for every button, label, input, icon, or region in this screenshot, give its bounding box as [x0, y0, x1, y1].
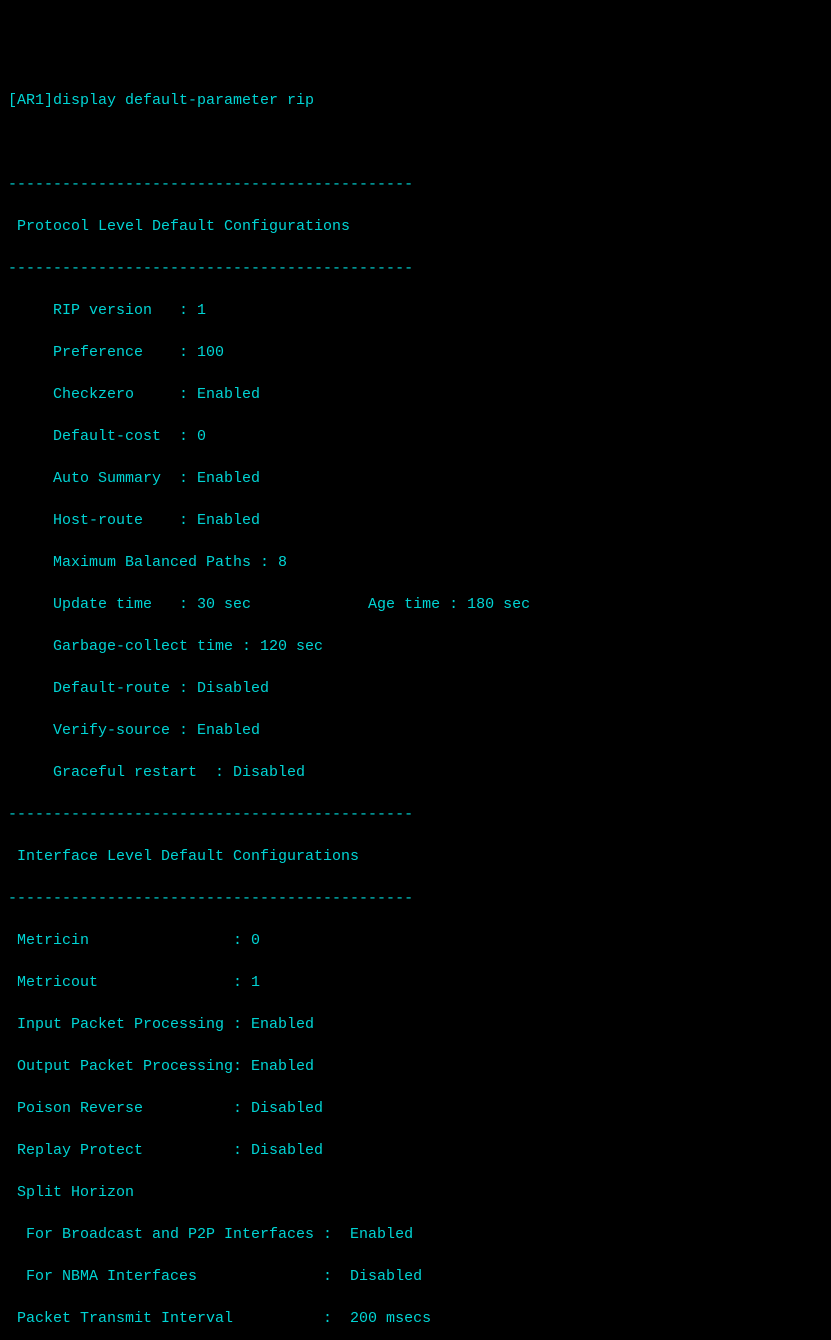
param-split-horizon-broadcast: For Broadcast and P2P Interfaces : Enabl… — [8, 1224, 823, 1245]
param-garbage-collect: Garbage-collect time : 120 sec — [8, 636, 823, 657]
param-graceful-restart: Graceful restart : Disabled — [8, 762, 823, 783]
param-max-balanced-paths: Maximum Balanced Paths : 8 — [8, 552, 823, 573]
param-update-age-time: Update time : 30 sec Age time : 180 sec — [8, 594, 823, 615]
prompt: [AR1] — [8, 92, 53, 109]
param-metricin: Metricin : 0 — [8, 930, 823, 951]
command: display default-parameter rip — [53, 92, 314, 109]
param-poison-reverse: Poison Reverse : Disabled — [8, 1098, 823, 1119]
param-rip-version: RIP version : 1 — [8, 300, 823, 321]
param-checkzero: Checkzero : Enabled — [8, 384, 823, 405]
section-header-protocol: Protocol Level Default Configurations — [8, 216, 823, 237]
param-default-route: Default-route : Disabled — [8, 678, 823, 699]
param-input-packet-processing: Input Packet Processing : Enabled — [8, 1014, 823, 1035]
divider: ----------------------------------------… — [8, 888, 823, 909]
param-auto-summary: Auto Summary : Enabled — [8, 468, 823, 489]
param-default-cost: Default-cost : 0 — [8, 426, 823, 447]
param-packet-transmit-interval: Packet Transmit Interval : 200 msecs — [8, 1308, 823, 1329]
divider: ----------------------------------------… — [8, 258, 823, 279]
command-line[interactable]: [AR1]display default-parameter rip — [8, 90, 823, 111]
param-metricout: Metricout : 1 — [8, 972, 823, 993]
divider: ----------------------------------------… — [8, 804, 823, 825]
divider: ----------------------------------------… — [8, 174, 823, 195]
param-preference: Preference : 100 — [8, 342, 823, 363]
param-output-packet-processing: Output Packet Processing: Enabled — [8, 1056, 823, 1077]
blank-line — [8, 132, 823, 153]
section-header-interface: Interface Level Default Configurations — [8, 846, 823, 867]
param-split-horizon: Split Horizon — [8, 1182, 823, 1203]
param-verify-source: Verify-source : Enabled — [8, 720, 823, 741]
param-host-route: Host-route : Enabled — [8, 510, 823, 531]
param-split-horizon-nbma: For NBMA Interfaces : Disabled — [8, 1266, 823, 1287]
param-replay-protect: Replay Protect : Disabled — [8, 1140, 823, 1161]
